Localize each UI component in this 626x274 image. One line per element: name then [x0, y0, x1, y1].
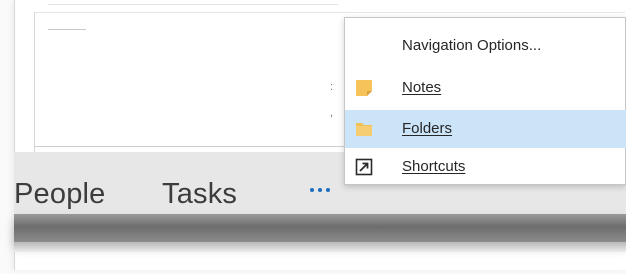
- folder-icon: [355, 120, 373, 138]
- partial-text-colon: :: [330, 81, 334, 93]
- menu-item-label: Folders: [402, 120, 453, 137]
- nav-item-tasks[interactable]: Tasks: [162, 178, 237, 211]
- menu-item-shortcuts[interactable]: Shortcuts: [345, 148, 626, 186]
- content-bottom-divider: [34, 146, 344, 147]
- screenshot-shadow: [14, 214, 626, 242]
- menu-item-navigation-options[interactable]: Navigation Options...: [345, 27, 626, 65]
- content-divider: [48, 29, 86, 30]
- shortcut-icon: [355, 158, 373, 176]
- menu-item-label: Notes: [402, 79, 442, 96]
- partial-text-comma: ,: [330, 107, 334, 119]
- nav-item-people[interactable]: People: [14, 178, 106, 211]
- notes-icon: [355, 79, 373, 97]
- menu-item-notes[interactable]: Notes: [345, 69, 626, 107]
- menu-item-label: Shortcuts: [402, 158, 466, 175]
- ellipsis-icon[interactable]: [308, 183, 338, 197]
- navigation-options-menu: Navigation Options... Notes Folders Shor…: [344, 17, 626, 185]
- screenshot-shadow-fade: [14, 242, 626, 252]
- top-divider: [48, 0, 338, 5]
- menu-item-label: Navigation Options...: [402, 37, 542, 54]
- menu-item-folders[interactable]: Folders: [345, 110, 626, 148]
